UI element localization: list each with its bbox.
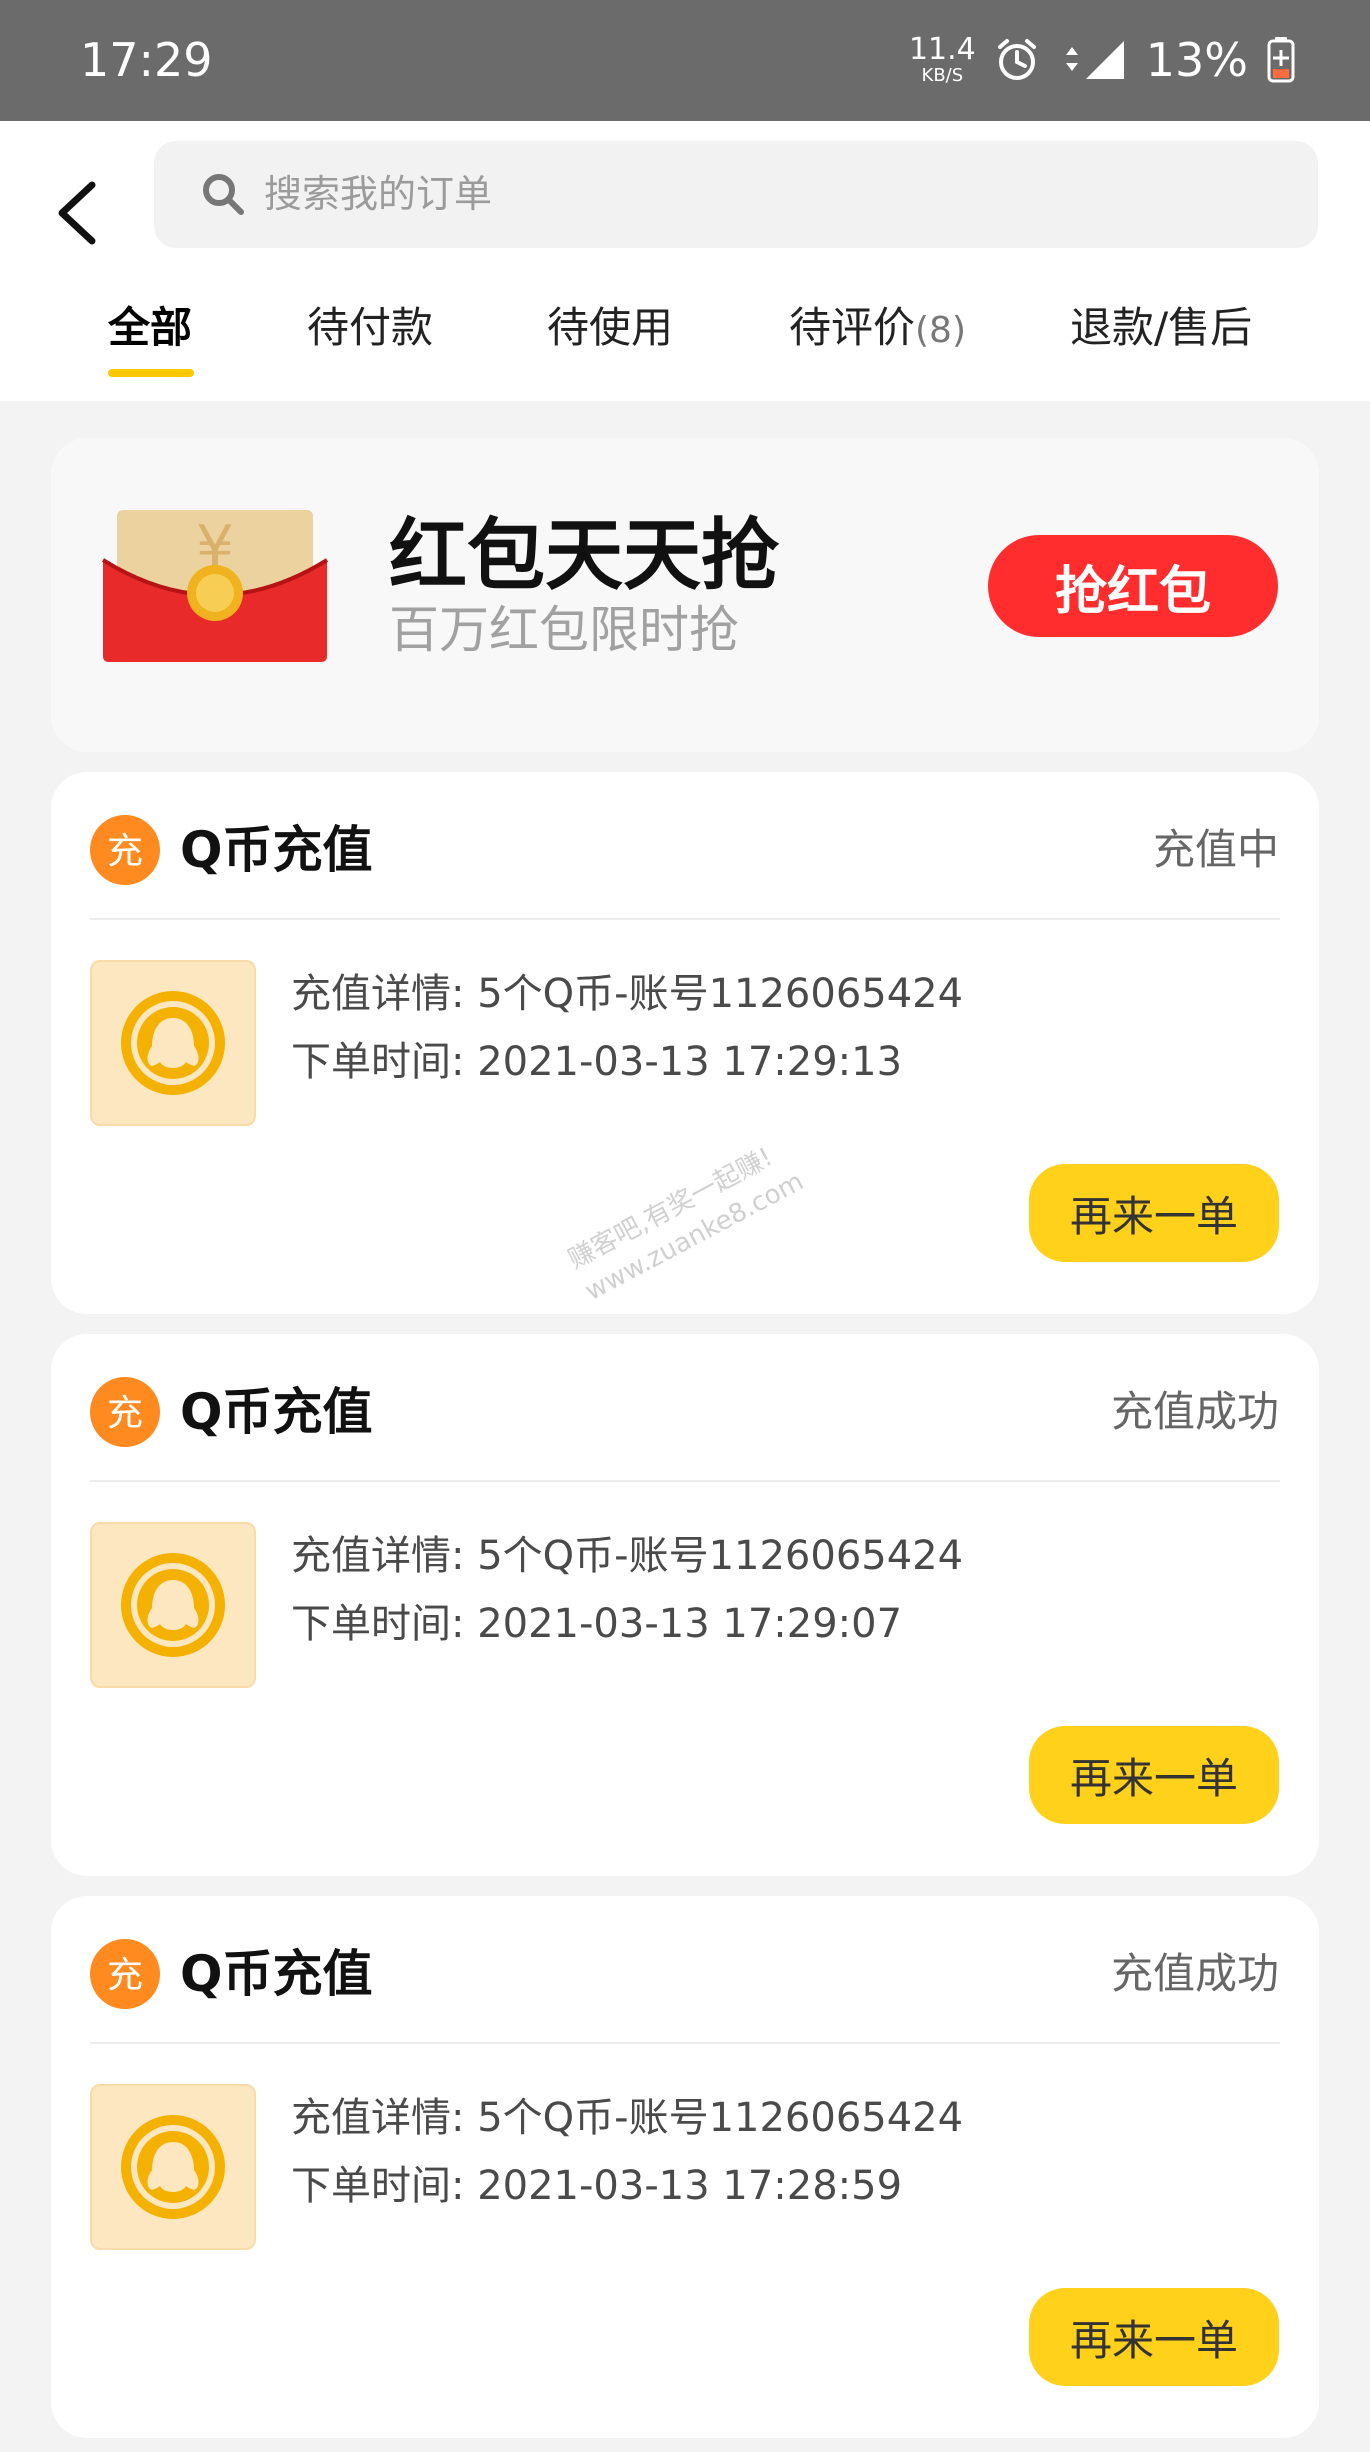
tab-pending-review[interactable]: 待评价(8) [789, 297, 966, 407]
tab-pending-use[interactable]: 待使用 [547, 297, 673, 407]
qq-penguin-icon [121, 1553, 225, 1657]
recharge-badge-icon: 充 [90, 1939, 160, 2009]
detail-row: 充值详情: 5个Q币-账号1126065424 [291, 1522, 963, 1590]
order-info: 充值详情: 5个Q币-账号1126065424 下单时间: 2021-03-13… [291, 2084, 963, 2220]
order-status: 充值成功 [1110, 1949, 1279, 1998]
signal-4g-icon: 4G [1065, 41, 1124, 79]
reorder-button[interactable]: 再来一单 [1029, 2288, 1279, 2386]
tab-refund-after-sale[interactable]: 退款/售后 [1070, 297, 1252, 407]
active-tab-indicator [108, 369, 194, 377]
recharge-badge-text: 充 [107, 831, 143, 872]
status-icons: 11.4 KB/S 4G 13% [909, 30, 1296, 90]
order-header-row: 充 Q币充值 [90, 812, 373, 888]
tab-label: 待付款 [307, 303, 434, 352]
tab-all[interactable]: 全部 [108, 297, 194, 407]
order-header-row: 充 Q币充值 [90, 1374, 373, 1450]
divider [90, 2042, 1280, 2044]
order-header: 搜索我的订单 全部 待付款 待使用 待评价(8) 退款/售后 [0, 121, 1370, 401]
divider [90, 1480, 1280, 1482]
order-card[interactable]: 充 Q币充值 充值成功 充值详情: 5个Q币-账号1126065424 下单时间… [51, 1334, 1319, 1876]
red-envelope-icon: ¥ [101, 510, 329, 662]
time-row: 下单时间: 2021-03-13 17:29:13 [291, 1028, 963, 1096]
divider [90, 918, 1280, 920]
battery-charging-icon [1267, 37, 1295, 83]
banner-subtitle: 百万红包限时抢 [389, 601, 739, 659]
time-row: 下单时间: 2021-03-13 17:28:59 [291, 2152, 963, 2220]
detail-label: 充值详情: [291, 1533, 465, 1579]
detail-label: 充值详情: [291, 971, 465, 1017]
product-thumbnail [90, 960, 256, 1126]
detail-row: 充值详情: 5个Q币-账号1126065424 [291, 2084, 963, 2152]
reorder-button[interactable]: 再来一单 [1029, 1164, 1279, 1262]
alarm-icon [997, 39, 1036, 80]
order-title: Q币充值 [180, 1383, 373, 1441]
network-type: 4G [1088, 43, 1108, 59]
search-input[interactable]: 搜索我的订单 [264, 165, 492, 223]
tab-pending-payment[interactable]: 待付款 [307, 297, 433, 407]
detail-row: 充值详情: 5个Q币-账号1126065424 [291, 960, 963, 1028]
tab-count: (8) [915, 310, 967, 351]
red-envelope-banner[interactable]: ¥ 红包天天抢 百万红包限时抢 抢红包 [51, 438, 1319, 752]
time-label: 下单时间: [291, 2163, 465, 2209]
order-title: Q币充值 [180, 1945, 373, 2003]
grab-red-envelope-button[interactable]: 抢红包 [988, 535, 1278, 637]
detail-value: 5个Q币-账号1126065424 [477, 971, 964, 1017]
network-speed: 11.4 KB/S [909, 35, 976, 85]
network-speed-value: 11.4 [908, 32, 976, 67]
qq-penguin-icon [121, 991, 225, 1095]
network-speed-unit: KB/S [921, 65, 964, 86]
detail-label: 充值详情: [291, 2095, 465, 2141]
product-thumbnail [90, 1522, 256, 1688]
product-thumbnail [90, 2084, 256, 2250]
tab-label: 全部 [108, 303, 193, 352]
time-value: 2021-03-13 17:29:07 [477, 1601, 903, 1647]
status-bar: 17:29 11.4 KB/S 4G 13% [0, 0, 1370, 121]
order-info: 充值详情: 5个Q币-账号1126065424 下单时间: 2021-03-13… [291, 960, 963, 1096]
battery-percent: 13% [1145, 33, 1248, 87]
search-bar[interactable]: 搜索我的订单 [154, 141, 1318, 248]
order-title: Q币充值 [180, 821, 373, 879]
order-header-row: 充 Q币充值 [90, 1936, 373, 2012]
tab-label: 待评价 [789, 303, 916, 352]
time-label: 下单时间: [291, 1601, 465, 1647]
reorder-button[interactable]: 再来一单 [1029, 1726, 1279, 1824]
recharge-badge-text: 充 [107, 1393, 143, 1434]
detail-value: 5个Q币-账号1126065424 [477, 1533, 964, 1579]
order-info: 充值详情: 5个Q币-账号1126065424 下单时间: 2021-03-13… [291, 1522, 963, 1658]
order-status: 充值中 [1152, 825, 1279, 874]
detail-value: 5个Q币-账号1126065424 [477, 2095, 964, 2141]
recharge-badge-icon: 充 [90, 1377, 160, 1447]
order-card[interactable]: 充 Q币充值 充值成功 充值详情: 5个Q币-账号1126065424 下单时间… [51, 1896, 1319, 2438]
time-row: 下单时间: 2021-03-13 17:29:07 [291, 1590, 963, 1658]
chevron-left-icon[interactable] [50, 163, 110, 263]
tab-label: 退款/售后 [1070, 303, 1253, 352]
recharge-badge-icon: 充 [90, 815, 160, 885]
tab-label: 待使用 [547, 303, 674, 352]
time-value: 2021-03-13 17:28:59 [477, 2163, 903, 2209]
recharge-badge-text: 充 [107, 1955, 143, 1996]
order-status: 充值成功 [1110, 1387, 1279, 1436]
banner-title: 红包天天抢 [389, 511, 780, 601]
time-value: 2021-03-13 17:29:13 [477, 1039, 903, 1085]
qq-penguin-icon [121, 2115, 225, 2219]
search-icon [203, 174, 244, 215]
time-label: 下单时间: [291, 1039, 465, 1085]
status-time: 17:29 [80, 33, 213, 87]
